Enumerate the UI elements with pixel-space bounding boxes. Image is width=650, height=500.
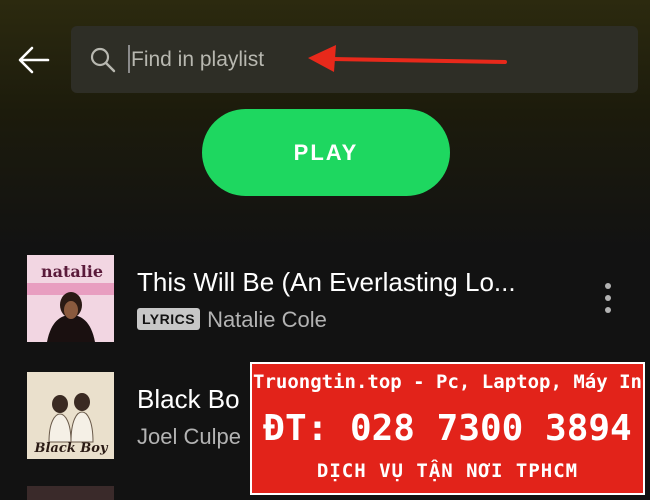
- svg-text:natalie: natalie: [41, 262, 103, 281]
- promo-line-1: Truongtin.top - Pc, Laptop, Máy In: [253, 371, 642, 393]
- promo-phone: ĐT: 028 7300 3894: [263, 408, 632, 449]
- more-vertical-icon[interactable]: [596, 278, 620, 318]
- text-cursor: [128, 45, 130, 73]
- album-cover-partial: [27, 486, 114, 500]
- annotation-arrow-icon: [308, 45, 507, 72]
- track-artist: Natalie Cole: [207, 307, 327, 332]
- album-cover: Black Boy: [27, 372, 114, 459]
- lyrics-badge: LYRICS: [137, 308, 201, 330]
- svg-text:Black Boy: Black Boy: [33, 441, 108, 456]
- play-button[interactable]: PLAY: [202, 109, 450, 196]
- album-cover: natalie: [27, 255, 114, 342]
- track-artist: Joel Culpe: [137, 424, 241, 449]
- back-button[interactable]: [16, 42, 52, 78]
- promo-line-3: DỊCH VỤ TẬN NƠI TPHCM: [316, 460, 579, 482]
- track-subtitle: LYRICS Natalie Cole: [137, 307, 327, 333]
- track-row[interactable]: natalie This Will Be (An Everlasting Lo.…: [0, 248, 650, 348]
- track-title: This Will Be (An Everlasting Lo...: [137, 267, 516, 297]
- promo-banner: Truongtin.top - Pc, Laptop, Máy In ĐT: 0…: [250, 362, 645, 495]
- arrow-left-icon: [18, 46, 50, 74]
- search-icon: [90, 47, 116, 73]
